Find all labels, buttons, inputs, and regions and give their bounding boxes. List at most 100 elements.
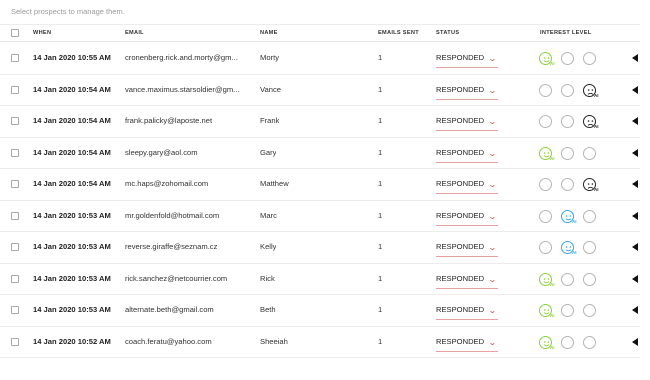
row-emails-sent: 1	[378, 273, 383, 283]
row-checkbox[interactable]	[11, 306, 19, 314]
interest-neutral-option-icon[interactable]	[561, 52, 574, 65]
row-when: 14 Jan 2020 10:53 AM	[33, 305, 111, 314]
interest-neutral-icon[interactable]: AI	[561, 209, 577, 224]
expand-row-arrow-icon[interactable]	[632, 148, 638, 157]
chevron-down-icon: ⌄	[488, 85, 498, 95]
interest-negative-option-icon[interactable]	[583, 272, 596, 286]
expand-row-arrow-icon[interactable]	[632, 180, 638, 188]
expand-row-arrow-icon[interactable]	[632, 337, 638, 346]
status-value: RESPONDED	[436, 53, 485, 62]
column-header-status[interactable]: STATUS	[436, 30, 459, 36]
interest-negative-option-icon[interactable]	[583, 209, 596, 223]
interest-neutral-option-icon[interactable]	[561, 83, 574, 97]
interest-neutral-option-icon[interactable]	[561, 335, 574, 349]
expand-row-arrow-icon[interactable]	[632, 274, 638, 283]
status-select[interactable]: RESPONDED ⌄	[436, 304, 498, 320]
interest-negative-option-icon[interactable]	[583, 52, 596, 65]
interest-positive-option-icon[interactable]	[539, 178, 552, 191]
status-select[interactable]: RESPONDED ⌄	[436, 178, 498, 194]
status-select[interactable]: RESPONDED ⌄	[436, 336, 498, 352]
interest-neutral-option-icon[interactable]	[561, 272, 574, 286]
status-value: RESPONDED	[436, 179, 485, 188]
interest-negative-option-icon[interactable]	[583, 241, 596, 254]
row-when: 14 Jan 2020 10:54 AM	[33, 84, 111, 94]
status-select[interactable]: RESPONDED ⌄	[436, 115, 498, 131]
table-row[interactable]: 14 Jan 2020 10:53 AM rick.sanchez@netcour…	[0, 264, 640, 295]
expand-row-arrow-icon[interactable]	[632, 243, 638, 251]
status-select[interactable]: RESPONDED ⌄	[436, 147, 498, 163]
row-checkbox[interactable]	[11, 211, 19, 220]
interest-positive-icon[interactable]: AI	[539, 304, 555, 318]
interest-positive-option-icon[interactable]	[539, 209, 552, 223]
status-select[interactable]: RESPONDED ⌄	[436, 84, 498, 100]
ai-label: AI	[572, 250, 577, 255]
interest-positive-option-icon[interactable]	[539, 115, 552, 128]
interest-positive-icon[interactable]: AI	[539, 272, 555, 287]
table-row[interactable]: 14 Jan 2020 10:53 AM alternate.beth@gmail…	[0, 295, 640, 327]
row-checkbox[interactable]	[11, 148, 19, 157]
interest-neutral-option-icon[interactable]	[561, 304, 574, 317]
row-checkbox[interactable]	[11, 117, 19, 125]
table-row[interactable]: 14 Jan 2020 10:53 AM mr.goldenfold@hotmai…	[0, 201, 640, 232]
interest-negative-option-icon[interactable]	[583, 146, 596, 160]
status-select[interactable]: RESPONDED ⌄	[436, 52, 498, 68]
column-header-name[interactable]: NAME	[260, 30, 278, 36]
row-checkbox[interactable]	[11, 337, 19, 346]
row-checkbox[interactable]	[11, 85, 19, 94]
row-when: 14 Jan 2020 10:54 AM	[33, 179, 111, 188]
interest-negative-option-icon[interactable]	[583, 335, 596, 349]
select-all-checkbox[interactable]	[11, 29, 19, 37]
interest-neutral-option-icon[interactable]	[561, 178, 574, 191]
row-when: 14 Jan 2020 10:55 AM	[33, 53, 111, 62]
interest-negative-icon[interactable]: AI	[583, 115, 599, 129]
interest-neutral-option-icon[interactable]	[561, 115, 574, 128]
column-header-interest-level[interactable]: INTEREST LEVEL	[540, 30, 591, 36]
interest-positive-icon[interactable]: AI	[539, 146, 555, 161]
interest-negative-icon[interactable]: AI	[583, 83, 599, 98]
column-header-emails-sent[interactable]: EMAILS SENT	[378, 30, 419, 36]
row-checkbox[interactable]	[11, 180, 19, 188]
chevron-down-icon: ⌄	[488, 54, 498, 63]
table-row[interactable]: 14 Jan 2020 10:53 AM reverse.giraffe@sezn…	[0, 232, 640, 264]
ai-label: AI	[550, 281, 555, 287]
status-select[interactable]: RESPONDED ⌄	[436, 210, 498, 226]
row-when: 14 Jan 2020 10:53 AM	[33, 242, 111, 251]
row-emails-sent: 1	[378, 210, 383, 220]
status-select[interactable]: RESPONDED ⌄	[436, 241, 498, 257]
ai-label: AI	[550, 155, 555, 161]
expand-row-arrow-icon[interactable]	[632, 85, 638, 94]
table-row[interactable]: 14 Jan 2020 10:54 AM sleepy.gary@aol.com G…	[0, 138, 640, 169]
interest-neutral-option-icon[interactable]	[561, 146, 574, 160]
interest-positive-option-icon[interactable]	[539, 83, 552, 97]
table-row[interactable]: 14 Jan 2020 10:54 AM vance.maximus.starso…	[0, 75, 640, 106]
row-emails-sent: 1	[378, 53, 383, 62]
row-name: Rick	[260, 273, 275, 283]
interest-positive-option-icon[interactable]	[539, 241, 552, 254]
interest-neutral-icon[interactable]: AI	[561, 241, 577, 255]
row-checkbox[interactable]	[11, 274, 19, 283]
expand-row-arrow-icon[interactable]	[632, 117, 638, 125]
table-row[interactable]: 14 Jan 2020 10:54 AM mc.haps@zohomail.com…	[0, 169, 640, 201]
row-email: frank.palicky@laposte.net	[125, 116, 213, 125]
table-row[interactable]: 14 Jan 2020 10:52 AM coach.feratu@yahoo.c…	[0, 327, 640, 358]
ai-label: AI	[572, 218, 577, 224]
status-select[interactable]: RESPONDED ⌄	[436, 273, 498, 289]
table-row[interactable]: 14 Jan 2020 10:54 AM frank.palicky@lapost…	[0, 106, 640, 138]
column-header-when[interactable]: WHEN	[33, 30, 51, 36]
interest-negative-option-icon[interactable]	[583, 304, 596, 317]
expand-row-arrow-icon[interactable]	[632, 211, 638, 220]
table-row[interactable]: 14 Jan 2020 10:55 AM cronenberg.rick.and.…	[0, 43, 640, 75]
row-checkbox[interactable]	[11, 243, 19, 251]
row-when: 14 Jan 2020 10:54 AM	[33, 147, 111, 157]
interest-positive-icon[interactable]: AI	[539, 52, 555, 66]
interest-negative-icon[interactable]: AI	[583, 178, 599, 192]
chevron-down-icon: ⌄	[488, 148, 498, 158]
expand-row-arrow-icon[interactable]	[632, 54, 638, 62]
column-header-email[interactable]: EMAIL	[125, 30, 144, 36]
row-checkbox[interactable]	[11, 54, 19, 62]
selection-hint: Select prospects to manage them.	[11, 7, 125, 16]
row-name: Beth	[260, 305, 276, 314]
expand-row-arrow-icon[interactable]	[632, 306, 638, 314]
ai-label: AI	[594, 124, 599, 129]
interest-positive-icon[interactable]: AI	[539, 335, 555, 350]
